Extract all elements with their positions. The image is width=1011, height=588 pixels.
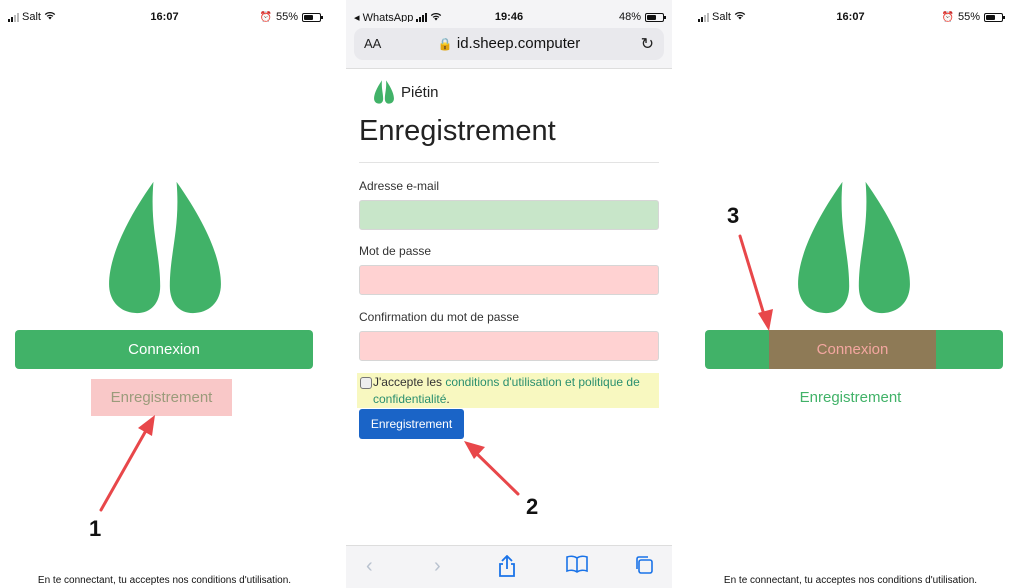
step-marker: 2: [526, 494, 539, 519]
url-text: 🔒 id.sheep.computer: [354, 35, 664, 52]
forward-icon[interactable]: ›: [434, 555, 441, 578]
battery-icon: [645, 12, 666, 22]
terms-prefix: J'accepte les: [373, 375, 446, 389]
step-marker: 3: [727, 203, 740, 228]
status-right: ⏰ 55%: [259, 11, 323, 23]
email-field[interactable]: [359, 200, 659, 230]
brand-name: Piétin: [401, 83, 439, 101]
status-bar: Salt 16:07 ⏰ 55%: [0, 0, 329, 34]
share-icon[interactable]: [498, 554, 516, 583]
alarm-icon: ⏰: [259, 11, 272, 23]
email-label: Adresse e-mail: [359, 179, 440, 193]
alarm-icon: ⏰: [941, 11, 954, 23]
back-icon[interactable]: ‹: [366, 555, 373, 578]
confirm-password-label: Confirmation du mot de passe: [359, 310, 520, 324]
terms-footer: En te connectant, tu acceptes nos condit…: [723, 575, 978, 586]
page-title: Enregistrement: [359, 115, 556, 147]
terms-footer: En te connectant, tu acceptes nos condit…: [37, 575, 292, 586]
toolbar-divider: [346, 68, 672, 69]
register-submit-button[interactable]: Enregistrement: [359, 409, 464, 439]
register-link[interactable]: Enregistrement: [780, 379, 921, 416]
battery-percent: 55%: [957, 11, 980, 23]
status-bar: Salt 16:07 ⏰ 55%: [690, 0, 1011, 34]
battery-icon: [984, 12, 1005, 22]
battery-icon: [302, 12, 323, 22]
url-bar[interactable]: AA 🔒 id.sheep.computer ↻: [354, 28, 664, 60]
password-field[interactable]: [359, 265, 659, 295]
divider: [359, 162, 659, 163]
terms-consent: J'accepte les conditions d'utilisation e…: [357, 373, 659, 408]
screen-register-form: ◂ WhatsApp 19:46 48% AA 🔒 id.sheep.compu…: [346, 0, 672, 588]
tabs-icon[interactable]: [634, 555, 654, 581]
confirm-password-field[interactable]: [359, 331, 659, 361]
connexion-button[interactable]: Connexion: [15, 330, 313, 369]
battery-percent: 55%: [275, 11, 298, 23]
connexion-button[interactable]: Connexion: [705, 330, 1003, 369]
hoof-logo-icon: [104, 180, 226, 315]
screen-login-1: Salt 16:07 ⏰ 55% Connexion Enregistremen…: [0, 0, 329, 588]
step-marker: 1: [89, 516, 102, 541]
lock-icon: 🔒: [437, 37, 453, 51]
terms-checkbox[interactable]: [360, 377, 372, 389]
connexion-highlight[interactable]: Connexion: [769, 330, 936, 369]
browser-bottom-bar: ‹ ›: [346, 545, 672, 588]
hoof-logo-icon: [793, 180, 915, 315]
bookmarks-icon[interactable]: [566, 555, 588, 579]
hoof-logo-icon: [373, 80, 395, 104]
password-label: Mot de passe: [359, 244, 432, 258]
brand[interactable]: Piétin: [373, 80, 439, 104]
terms-suffix: .: [446, 392, 450, 406]
register-link[interactable]: Enregistrement: [91, 379, 232, 416]
url-label: id.sheep.computer: [456, 35, 581, 52]
screen-login-3: Salt 16:07 ⏰ 55% Connexion Enregistremen…: [690, 0, 1011, 588]
reload-icon[interactable]: ↻: [641, 34, 654, 54]
status-right: ⏰ 55%: [941, 11, 1005, 23]
